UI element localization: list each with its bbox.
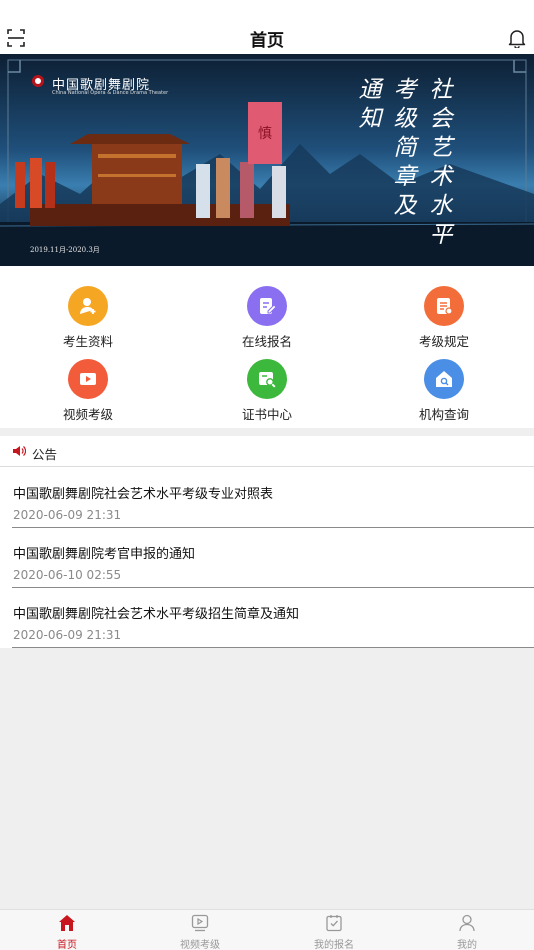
notice-item-title: 中国歌剧舞剧院社会艺术水平考级专业对照表 <box>13 487 274 502</box>
feature-label: 在线报名 <box>241 334 292 349</box>
edit-form-icon <box>247 286 287 326</box>
tab-me[interactable]: 我的 <box>400 910 534 950</box>
home-icon <box>59 915 75 931</box>
feature-label: 考级规定 <box>418 334 469 349</box>
play-video-icon <box>191 914 209 932</box>
feature-certificate-center[interactable]: 证书中心 <box>207 359 327 429</box>
bell-icon[interactable] <box>508 28 526 48</box>
notice-item[interactable]: 中国歌剧舞剧院考官申报的通知 2020-06-10 02:55 <box>12 528 534 588</box>
feature-label: 机构查询 <box>418 407 469 422</box>
notice-header: 公告 <box>0 436 534 467</box>
top-bar: 首页 <box>0 0 534 54</box>
tab-label: 我的报名 <box>314 940 354 950</box>
notice-title: 公告 <box>32 447 58 462</box>
notice-item-title: 中国歌剧舞剧院社会艺术水平考级招生简章及通知 <box>13 607 300 622</box>
banner-headline-col-1: 社会艺术水平 <box>429 77 453 248</box>
tab-label: 首页 <box>57 940 77 950</box>
svg-text:慎: 慎 <box>258 126 272 142</box>
feature-exam-rules[interactable]: 考级规定 <box>384 286 504 356</box>
feature-online-signup[interactable]: 在线报名 <box>207 286 327 356</box>
certificate-search-icon <box>247 359 287 399</box>
page-title: 首页 <box>250 31 284 51</box>
person-icon <box>459 914 475 932</box>
speaker-icon <box>13 446 26 456</box>
bottom-tab-bar: 首页 视频考级 我的报名 我的 <box>0 909 534 950</box>
tab-label: 视频考级 <box>180 940 220 950</box>
tab-home[interactable]: 首页 <box>0 910 134 950</box>
notice-item-title: 中国歌剧舞剧院考官申报的通知 <box>13 547 196 562</box>
feature-label: 考生资料 <box>62 334 113 349</box>
feature-label: 视频考级 <box>62 407 113 422</box>
checkbox-icon <box>326 915 342 932</box>
video-icon <box>68 359 108 399</box>
banner-dates: 2019.11月-2020.3月 <box>30 246 100 254</box>
notice-item-date: 2020-06-09 21:31 <box>13 628 122 642</box>
promo-banner[interactable]: 慎 中国歌剧舞剧院 China National Opera & Dance D… <box>0 54 534 266</box>
tab-video-exam[interactable]: 视频考级 <box>133 910 267 950</box>
banner-headline-col-2: 考级简章及 <box>393 77 417 219</box>
notice-item[interactable]: 中国歌剧舞剧院社会艺术水平考级专业对照表 2020-06-09 21:31 <box>12 468 534 528</box>
notice-item[interactable]: 中国歌剧舞剧院社会艺术水平考级招生简章及通知 2020-06-09 21:31 <box>12 588 534 648</box>
banner-logo-subtitle: China National Opera & Dance Drama Theat… <box>52 90 169 96</box>
feature-grid: 考生资料 在线报名 考级规定 视频考级 证书中心 机构查询 <box>0 266 534 428</box>
notice-item-date: 2020-06-10 02:55 <box>13 568 122 582</box>
feature-video-exam[interactable]: 视频考级 <box>28 359 148 429</box>
banner-headline-col-3: 通知 <box>358 77 382 132</box>
notice-section: 公告 中国歌剧舞剧院社会艺术水平考级专业对照表 2020-06-09 21:31… <box>0 436 534 648</box>
feature-institution-search[interactable]: 机构查询 <box>384 359 504 429</box>
home-building-icon <box>424 359 464 399</box>
feature-label: 证书中心 <box>241 407 292 422</box>
feature-student-profile[interactable]: 考生资料 <box>28 286 148 356</box>
user-plus-icon <box>68 286 108 326</box>
notice-item-date: 2020-06-09 21:31 <box>13 508 122 522</box>
tab-my-signup[interactable]: 我的报名 <box>267 910 401 950</box>
tab-label: 我的 <box>457 940 477 950</box>
document-icon <box>424 286 464 326</box>
